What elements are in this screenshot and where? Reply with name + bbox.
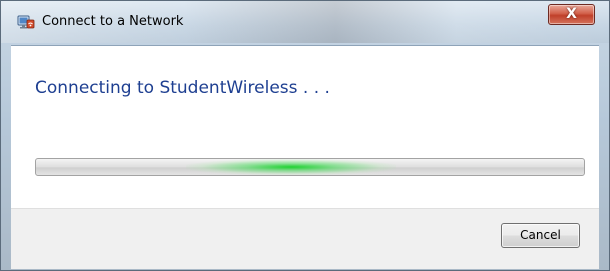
connect-dialog: Connect to a Network X Connecting to Stu… bbox=[0, 0, 610, 271]
progress-marquee-glow bbox=[186, 159, 396, 175]
network-icon bbox=[17, 13, 35, 31]
connection-status-text: Connecting to StudentWireless . . . bbox=[35, 78, 330, 98]
close-button[interactable]: X bbox=[548, 4, 595, 25]
close-icon: X bbox=[566, 6, 577, 22]
content-area: Connecting to StudentWireless . . . bbox=[11, 45, 599, 208]
title-bar[interactable]: Connect to a Network X bbox=[1, 1, 609, 43]
cancel-button[interactable]: Cancel bbox=[501, 223, 580, 248]
connection-progress-bar bbox=[35, 158, 585, 176]
window-title: Connect to a Network bbox=[42, 14, 184, 29]
dialog-footer: Cancel bbox=[11, 208, 599, 269]
